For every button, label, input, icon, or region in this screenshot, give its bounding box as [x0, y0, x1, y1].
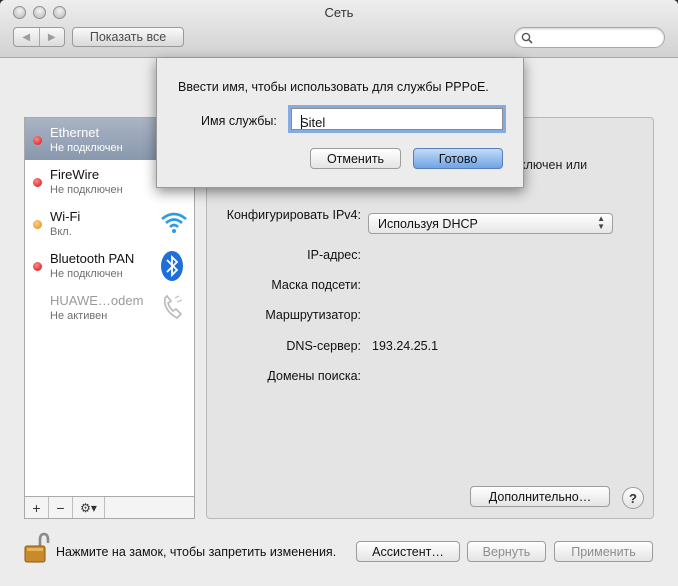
service-status: Не активен: [50, 310, 108, 322]
ip-address-label: IP-адрес:: [307, 248, 361, 262]
status-dot-red: [33, 262, 42, 271]
assistant-button[interactable]: Ассистент…: [356, 541, 460, 562]
service-name: Ethernet: [50, 125, 100, 140]
apply-button[interactable]: Применить: [554, 541, 653, 562]
search-domains-label: Домены поиска:: [267, 369, 361, 383]
phone-icon: [163, 294, 183, 319]
search-icon: [521, 32, 533, 44]
text-caret: [301, 115, 302, 129]
service-item-bluetooth-pan[interactable]: Bluetooth PAN Не подключен: [25, 244, 194, 286]
done-button[interactable]: Готово: [413, 148, 503, 169]
configure-ipv4-value: Используя DHCP: [378, 217, 478, 231]
router-label: Маршрутизатор:: [265, 308, 361, 322]
bluetooth-icon: [161, 251, 183, 281]
status-dot-red: [33, 136, 42, 145]
search-field[interactable]: [514, 27, 665, 48]
service-name-label: Имя службы:: [201, 114, 277, 128]
service-item-wifi[interactable]: Wi-Fi Вкл.: [25, 202, 194, 244]
sheet-prompt: Ввести имя, чтобы использовать для служб…: [178, 80, 489, 94]
dns-server-value: 193.24.25.1: [372, 339, 439, 353]
service-status: Не подключен: [50, 268, 123, 280]
forward-button[interactable]: ▶: [40, 28, 65, 46]
back-forward-control: ◀ ▶: [13, 27, 65, 47]
back-button[interactable]: ◀: [14, 28, 40, 46]
cancel-button[interactable]: Отменить: [310, 148, 401, 169]
gear-icon[interactable]: ⚙▾: [73, 497, 105, 518]
service-name-value: Sitel: [300, 115, 326, 130]
revert-button[interactable]: Вернуть: [467, 541, 546, 562]
service-name: Bluetooth PAN: [50, 251, 135, 266]
configure-ipv4-label: Конфигурировать IPv4:: [226, 208, 361, 222]
service-status: Вкл.: [50, 226, 72, 238]
configure-ipv4-popup[interactable]: Используя DHCP ▲ ▼: [368, 213, 613, 234]
status-dot-red: [33, 178, 42, 187]
service-status: Не подключен: [50, 184, 123, 196]
service-name: Wi-Fi: [50, 209, 81, 224]
show-all-button[interactable]: Показать все: [72, 27, 184, 47]
lock-icon[interactable]: [22, 532, 50, 564]
service-name-input[interactable]: Sitel: [291, 108, 503, 130]
lock-hint-text: Нажмите на замок, чтобы запретить измене…: [56, 545, 337, 559]
title-bar: Сеть ◀ ▶ Показать все: [0, 0, 678, 58]
advanced-button[interactable]: Дополнительно…: [470, 486, 610, 507]
service-item-huawei-modem[interactable]: HUAWE…odem Не активен: [25, 286, 194, 328]
remove-service-button[interactable]: −: [49, 497, 73, 518]
popup-arrows-icon: ▲ ▼: [597, 214, 605, 231]
subnet-mask-label: Маска подсети:: [271, 278, 361, 292]
status-dot-orange: [33, 220, 42, 229]
pppoe-name-sheet: Ввести имя, чтобы использовать для служб…: [156, 58, 524, 188]
network-preferences-window: Сеть ◀ ▶ Показать все Ethernet Не подклю…: [0, 0, 678, 586]
service-name: HUAWE…odem: [50, 293, 144, 308]
connection-status-text: ключен или: [520, 158, 588, 172]
window-title: Сеть: [324, 5, 354, 20]
dns-server-label: DNS-сервер:: [286, 339, 361, 353]
add-service-button[interactable]: +: [25, 497, 49, 518]
service-list-controls: + − ⚙▾: [24, 497, 195, 519]
help-button[interactable]: ?: [622, 487, 644, 509]
service-name: FireWire: [50, 167, 100, 182]
wifi-icon: [161, 212, 187, 233]
service-status: Не подключен: [50, 142, 123, 154]
